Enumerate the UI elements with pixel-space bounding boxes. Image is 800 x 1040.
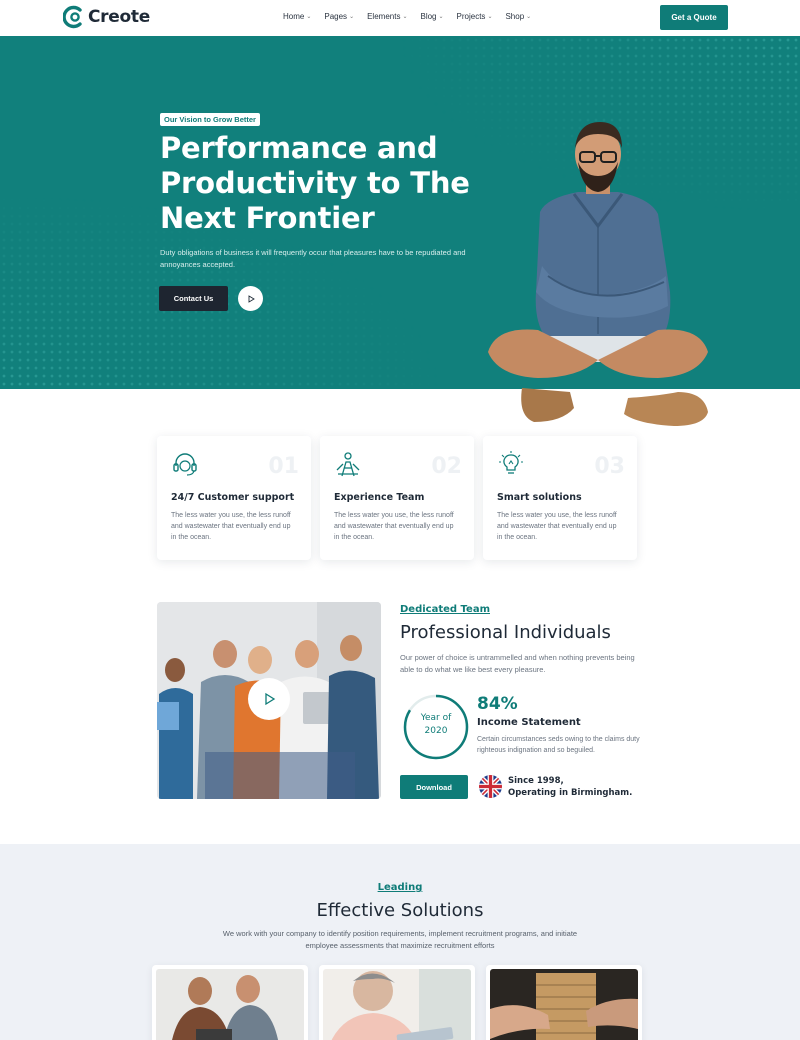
solution-card[interactable] [319,965,475,1040]
menu-item-projects[interactable]: Projects ⌄ [457,12,493,21]
headset-icon [173,453,197,476]
top-navbar: Creote Home ⌄ Pages ⌄ Elements ⌄ Blog ⌄ Proj… [0,0,800,36]
card-description: The less water you use, the less runoff … [171,512,291,541]
card-description: The less water you use, the less runoff … [334,512,454,541]
uk-flag-icon [479,775,502,798]
chevron-down-icon: ⌄ [487,14,493,20]
about-title: Professional Individuals [400,622,611,643]
feature-card-team[interactable]: 02 Experience Team The less water you us… [320,436,474,560]
play-icon [265,692,276,706]
stat-percent: 84% [477,694,518,714]
video-play-button[interactable] [238,286,263,311]
team-photo [157,602,381,799]
solution-cards [152,965,642,1040]
about-text: Our power of choice is untrammelled and … [400,653,635,674]
menu-label: Pages [324,12,348,21]
logo-mark-icon [63,5,82,29]
card-number: 01 [268,454,299,479]
solution-card[interactable] [152,965,308,1040]
menu-label: Home [283,12,305,21]
logo[interactable]: Creote [63,5,150,29]
menu-item-shop[interactable]: Shop ⌄ [505,12,531,21]
card-title: Experience Team [334,492,425,503]
menu-item-pages[interactable]: Pages ⌄ [324,12,354,21]
feature-card-solutions[interactable]: 03 Smart solutions The less water you us… [483,436,637,560]
card-title: 24/7 Customer support [171,492,295,503]
main-menu: Home ⌄ Pages ⌄ Elements ⌄ Blog ⌄ Projects ⌄ S… [283,12,531,21]
download-button[interactable]: Download [400,775,468,799]
menu-label: Blog [420,12,437,21]
since-line-2: Operating in Birmingham. [508,788,633,798]
solution-card[interactable] [486,965,642,1040]
menu-label: Shop [505,12,525,21]
menu-item-blog[interactable]: Blog ⌄ [420,12,443,21]
feature-card-support[interactable]: 01 24/7 Customer support The less water … [157,436,311,560]
hero-tag: Our Vision to Grow Better [160,113,260,126]
contact-us-button[interactable]: Contact Us [159,286,228,311]
team-icon [336,452,360,477]
solutions-text: We work with your company to identify po… [222,929,578,950]
year-line-1: Year of [420,713,452,723]
lightbulb-icon [499,451,523,474]
hero-person-image [488,122,708,426]
card-title: Smart solutions [497,492,582,503]
year-label: Year of 2020 [403,712,469,738]
menu-item-home[interactable]: Home ⌄ [283,12,311,21]
team-video-play-button[interactable] [248,678,290,720]
hero-subtitle: Duty obligations of business it will fre… [160,248,466,269]
chevron-down-icon: ⌄ [349,14,355,20]
stat-description: Certain circumstances seds owing to the … [477,736,640,754]
chevron-down-icon: ⌄ [438,14,444,20]
year-line-2: 2020 [424,726,448,736]
menu-label: Projects [456,12,486,21]
solutions-section: Leading Effective Solutions We work with… [0,844,800,1040]
logo-text: Creote [88,7,150,27]
hero-title: Performance and Productivity to The Next… [160,131,470,235]
chevron-down-icon: ⌄ [306,14,312,20]
get-quote-button[interactable]: Get a Quote [660,5,728,30]
chevron-down-icon: ⌄ [526,14,532,20]
solution-photo-meeting [156,969,304,1040]
card-description: The less water you use, the less runoff … [497,512,617,541]
chevron-down-icon: ⌄ [402,14,408,20]
since-text: Since 1998, Operating in Birmingham. [508,775,632,799]
card-number: 03 [594,454,625,479]
solutions-subtitle: Leading [377,882,423,893]
since-line-1: Since 1998, [508,776,564,786]
card-number: 02 [431,454,462,479]
solutions-title: Effective Solutions [316,900,484,921]
about-subtitle: Dedicated Team [400,604,490,615]
menu-label: Elements [367,12,401,21]
solution-photo-finance [323,969,471,1040]
feature-cards: 01 24/7 Customer support The less water … [157,436,637,560]
menu-item-elements[interactable]: Elements ⌄ [367,12,407,21]
play-icon [248,294,255,303]
solution-photo-blocks [490,969,638,1040]
stat-title: Income Statement [477,717,581,728]
